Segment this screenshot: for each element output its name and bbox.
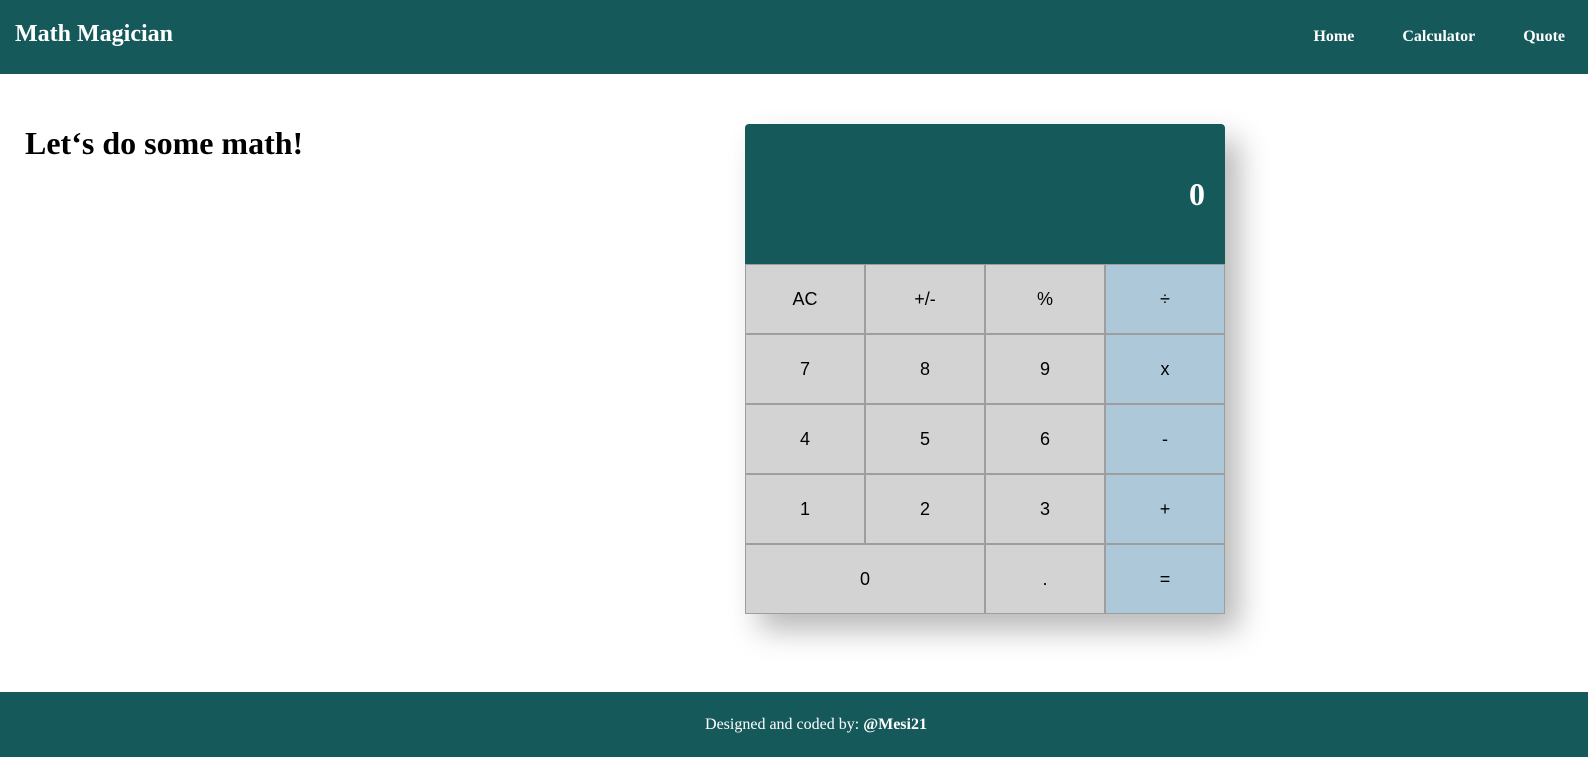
- key-decimal[interactable]: .: [985, 544, 1105, 614]
- page-heading: Let‘s do some math!: [25, 125, 304, 161]
- key-9[interactable]: 9: [985, 334, 1105, 404]
- key-equals[interactable]: =: [1105, 544, 1225, 614]
- key-4[interactable]: 4: [745, 404, 865, 474]
- top-navbar: Math Magician Home Calculator Quote: [0, 0, 1588, 74]
- key-8[interactable]: 8: [865, 334, 985, 404]
- key-add[interactable]: +: [1105, 474, 1225, 544]
- nav-link-quote[interactable]: Quote: [1499, 28, 1588, 46]
- key-percent[interactable]: %: [985, 264, 1105, 334]
- calculator-keypad: AC +/- % ÷ 7 8 9 x 4 5 6 - 1 2 3 + 0 . =: [745, 264, 1225, 614]
- key-2[interactable]: 2: [865, 474, 985, 544]
- key-subtract[interactable]: -: [1105, 404, 1225, 474]
- key-7[interactable]: 7: [745, 334, 865, 404]
- calculator: 0 AC +/- % ÷ 7 8 9 x 4 5 6 - 1 2 3 + 0 .…: [745, 124, 1225, 614]
- key-toggle-sign[interactable]: +/-: [865, 264, 985, 334]
- key-divide[interactable]: ÷: [1105, 264, 1225, 334]
- key-0[interactable]: 0: [745, 544, 985, 614]
- key-clear[interactable]: AC: [745, 264, 865, 334]
- key-6[interactable]: 6: [985, 404, 1105, 474]
- key-1[interactable]: 1: [745, 474, 865, 544]
- calculator-display: 0: [745, 124, 1225, 264]
- main-nav: Home Calculator Quote: [1289, 0, 1588, 74]
- page: Math Magician Home Calculator Quote Let‘…: [0, 0, 1588, 757]
- footer: Designed and coded by: @Mesi21: [0, 692, 1588, 757]
- nav-link-home[interactable]: Home: [1289, 28, 1378, 46]
- key-3[interactable]: 3: [985, 474, 1105, 544]
- footer-credit-text: Designed and coded by:: [705, 715, 860, 733]
- brand-title: Math Magician: [15, 21, 173, 47]
- nav-link-calculator[interactable]: Calculator: [1378, 28, 1499, 46]
- key-5[interactable]: 5: [865, 404, 985, 474]
- footer-author-handle: @Mesi21: [863, 715, 927, 733]
- key-multiply[interactable]: x: [1105, 334, 1225, 404]
